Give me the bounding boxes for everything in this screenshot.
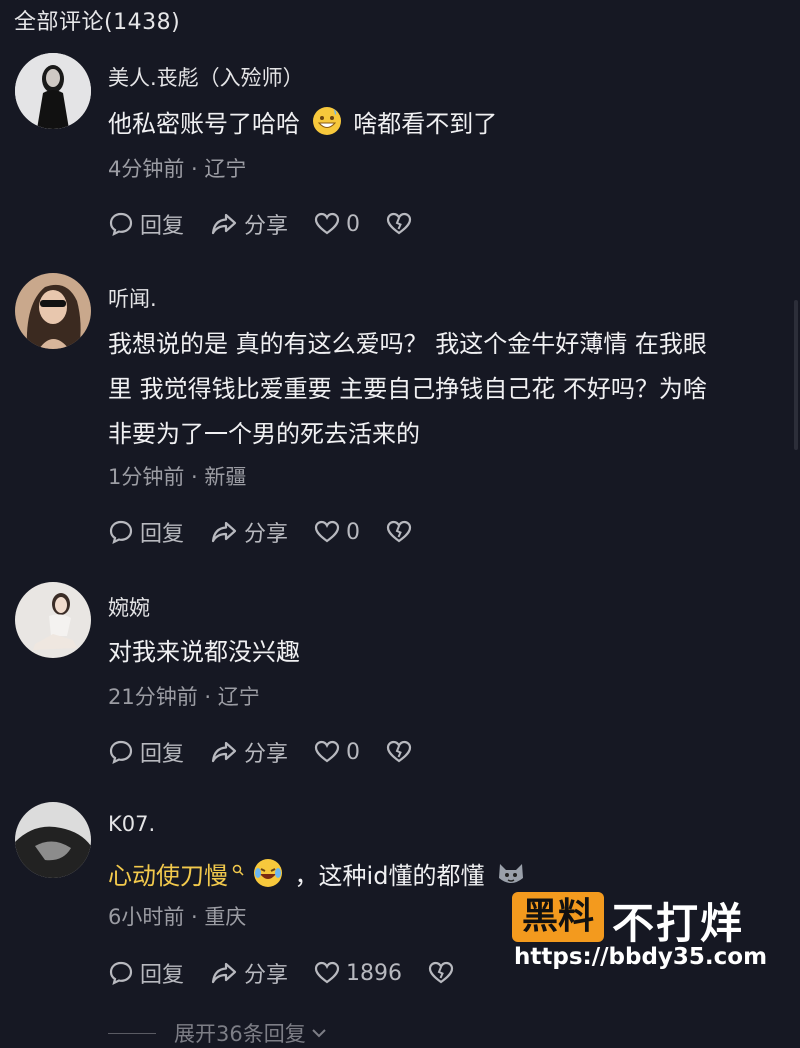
- comment-text: 对我来说都没兴趣: [108, 638, 300, 666]
- divider: [108, 1032, 156, 1034]
- comment-text-line: 我想说的是 真的有这么爱吗？ 我这个金牛好薄情 在我眼: [108, 330, 707, 358]
- avatar-image: [15, 802, 91, 878]
- grinning-sweat-emoji-icon: [312, 106, 342, 151]
- comment-actions: 回复 分享 0: [108, 517, 444, 547]
- time-location: 4分钟前 · 辽宁: [108, 157, 247, 181]
- comments-header: 全部评论(1438): [14, 10, 181, 35]
- reply-button[interactable]: 回复: [108, 516, 184, 548]
- mention-link[interactable]: 心动使刀慢: [108, 862, 228, 890]
- like-button[interactable]: 0: [314, 212, 360, 237]
- reply-icon: [109, 961, 133, 986]
- avatar-image: [15, 582, 91, 658]
- broken-heart-icon: [386, 520, 412, 543]
- share-label: 分享: [244, 742, 289, 767]
- laughing-crying-emoji-icon: [253, 858, 283, 903]
- heart-icon: [314, 212, 340, 235]
- search-icon[interactable]: [228, 864, 249, 880]
- avatar[interactable]: [15, 582, 91, 658]
- reply-icon: [109, 740, 133, 765]
- time-location: 6小时前 · 重庆: [108, 905, 247, 929]
- reply-icon: [109, 520, 133, 545]
- reply-label: 回复: [140, 522, 185, 547]
- username[interactable]: 婉婉: [108, 592, 150, 622]
- comment-text-part: ，这种id懂的都懂: [294, 862, 485, 890]
- broken-heart-icon: [386, 740, 412, 763]
- share-label: 分享: [244, 214, 289, 239]
- like-count: 0: [346, 211, 361, 237]
- dislike-button[interactable]: [386, 520, 418, 544]
- comment-text-line: 非要为了一个男的死去活来的: [108, 420, 420, 448]
- expand-replies-label: 展开36条回复: [174, 1022, 306, 1046]
- like-count: 0: [346, 739, 361, 765]
- like-button[interactable]: 0: [314, 520, 360, 545]
- scrollbar[interactable]: [794, 300, 798, 450]
- share-button[interactable]: 分享: [210, 516, 288, 548]
- watermark: 黑料 不打烊 https://bbdy35.com: [512, 890, 767, 980]
- share-button[interactable]: 分享: [210, 208, 288, 240]
- share-icon: [211, 741, 237, 763]
- avatar[interactable]: [15, 273, 91, 349]
- time-location: 21分钟前 · 辽宁: [108, 685, 260, 709]
- comment-actions: 回复 分享 0: [108, 737, 444, 767]
- share-label: 分享: [244, 963, 289, 988]
- share-icon: [211, 962, 237, 984]
- like-count: 0: [346, 519, 361, 545]
- expand-replies-button[interactable]: 展开36条回复: [108, 1018, 328, 1048]
- share-label: 分享: [244, 522, 289, 547]
- reply-icon: [109, 212, 133, 237]
- avatar[interactable]: [15, 53, 91, 129]
- reply-button[interactable]: 回复: [108, 957, 184, 989]
- username[interactable]: 美人.丧彪（入殓师）: [108, 62, 304, 92]
- reply-label: 回复: [140, 963, 185, 988]
- comment-text-part: 啥都看不到了: [353, 110, 498, 138]
- comment-text-part: 他私密账号了哈哈: [108, 110, 300, 138]
- username[interactable]: K07.: [108, 812, 155, 836]
- dislike-button[interactable]: [386, 212, 418, 236]
- comment-text: 他私密账号了哈哈 啥都看不到了: [108, 102, 778, 151]
- comment-text: 我想说的是 真的有这么爱吗？ 我这个金牛好薄情 在我眼 里 我觉得钱比爱重要 主…: [108, 322, 778, 457]
- avatar[interactable]: [15, 802, 91, 878]
- avatar-image: [15, 273, 91, 349]
- share-icon: [211, 213, 237, 235]
- username[interactable]: 听闻.: [108, 283, 157, 313]
- watermark-url: https://bbdy35.com: [514, 944, 768, 970]
- comment-text-line: 里 我觉得钱比爱重要 主要自己挣钱自己花 不好吗？为啥: [108, 375, 707, 403]
- heart-icon: [314, 740, 340, 763]
- reply-button[interactable]: 回复: [108, 736, 184, 768]
- like-button[interactable]: 0: [314, 740, 360, 765]
- share-icon: [211, 521, 237, 543]
- watermark-title: 不打烊: [612, 899, 745, 948]
- avatar-image: [15, 53, 91, 129]
- broken-heart-icon: [386, 212, 412, 235]
- heart-icon: [314, 520, 340, 543]
- chevron-down-icon: [312, 1029, 326, 1038]
- share-button[interactable]: 分享: [210, 736, 288, 768]
- broken-heart-icon: [428, 961, 454, 984]
- share-button[interactable]: 分享: [210, 957, 288, 989]
- time-location: 1分钟前 · 新疆: [108, 465, 247, 489]
- reply-label: 回复: [140, 214, 185, 239]
- reply-button[interactable]: 回复: [108, 208, 184, 240]
- comment-actions: 回复 分享 0: [108, 209, 444, 239]
- reply-label: 回复: [140, 742, 185, 767]
- comment-actions: 回复 分享 1896: [108, 958, 486, 988]
- like-count: 1896: [346, 960, 403, 986]
- dislike-button[interactable]: [386, 740, 418, 764]
- watermark-badge: 黑料: [512, 892, 604, 942]
- like-button[interactable]: 1896: [314, 961, 402, 986]
- dislike-button[interactable]: [428, 961, 460, 985]
- heart-icon: [314, 961, 340, 984]
